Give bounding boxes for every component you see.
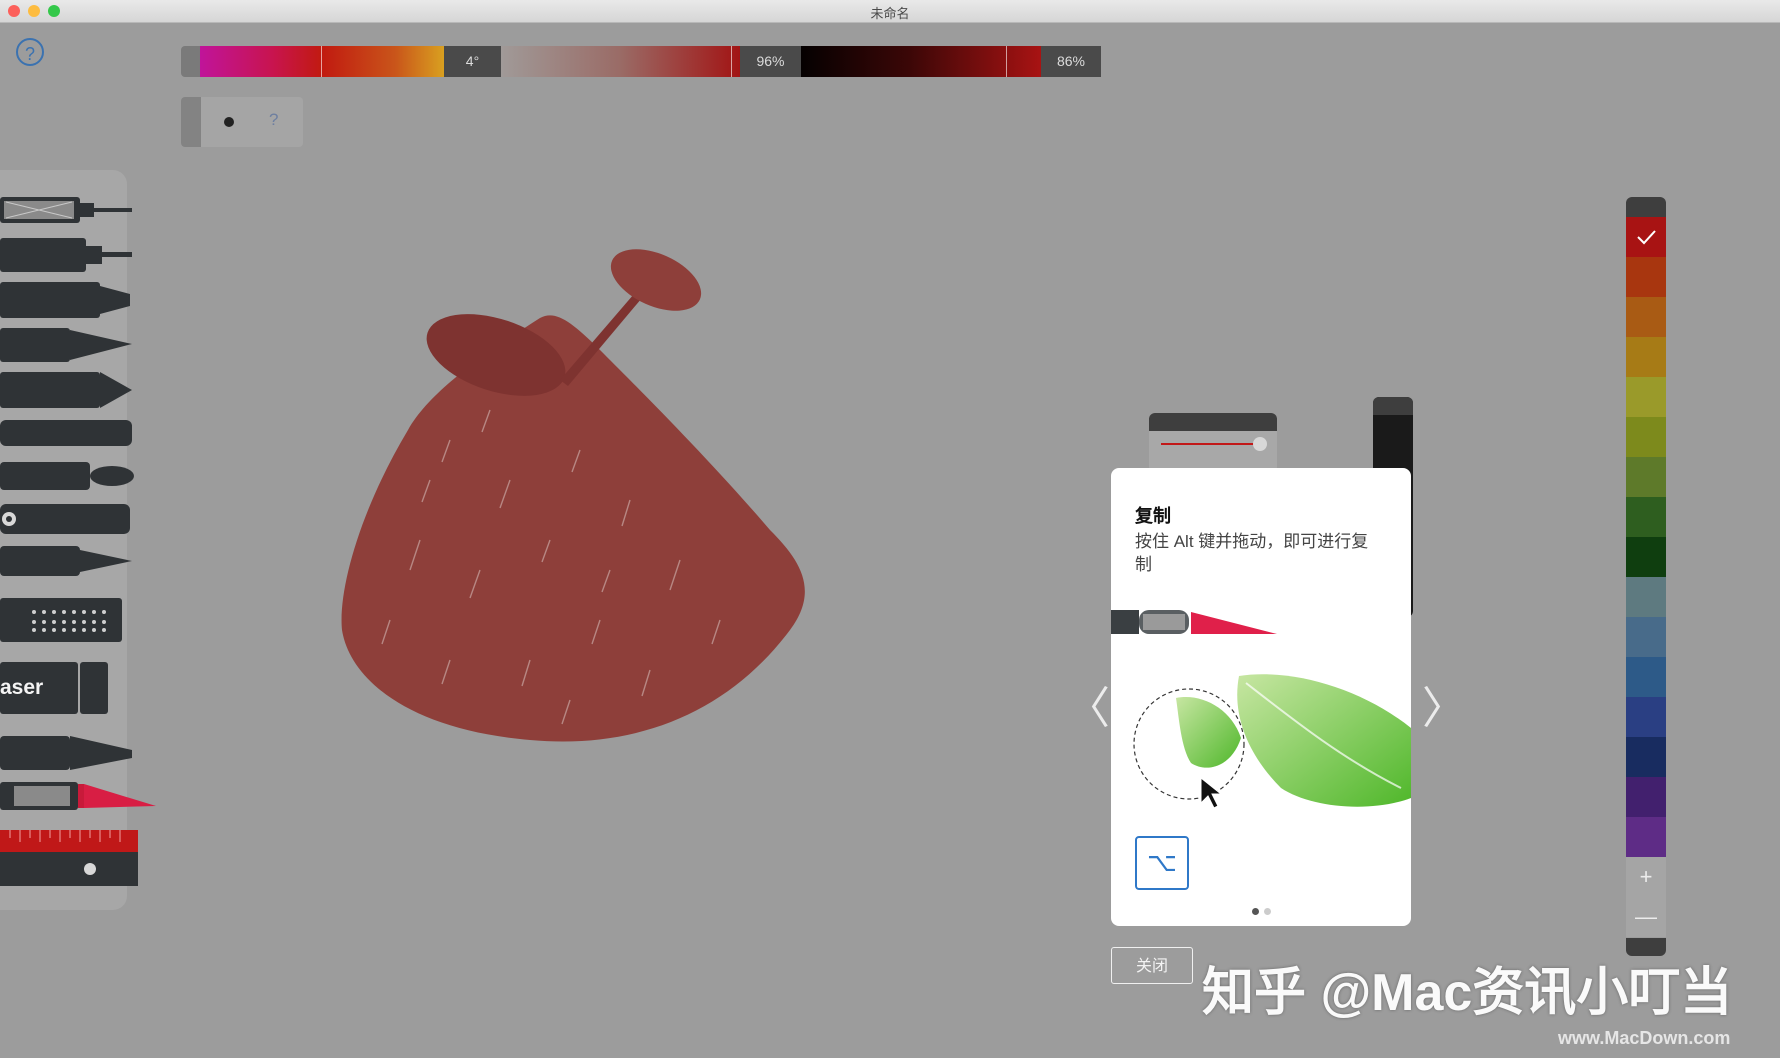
- window-titlebar: 未命名: [0, 0, 1780, 23]
- canvas-drawing[interactable]: [330, 240, 830, 750]
- page-indicator[interactable]: [1264, 908, 1271, 915]
- fan-brush-icon[interactable]: [0, 736, 135, 770]
- question-circle-icon[interactable]: ?: [16, 38, 44, 66]
- plus-icon[interactable]: +: [1626, 857, 1666, 897]
- hue-marker[interactable]: [321, 46, 322, 77]
- color-bar-grip[interactable]: [181, 46, 200, 77]
- color-swatch[interactable]: [1626, 537, 1666, 577]
- color-swatch[interactable]: [1626, 737, 1666, 777]
- color-swatch[interactable]: [1626, 337, 1666, 377]
- saturation-marker[interactable]: [731, 46, 732, 77]
- window-title: 未命名: [870, 6, 910, 21]
- wide-brush-icon[interactable]: [0, 420, 135, 450]
- option-key-icon: ⌥: [1135, 836, 1189, 890]
- brush-size-grip[interactable]: [181, 97, 201, 147]
- color-swatch[interactable]: [1626, 497, 1666, 537]
- color-swatch[interactable]: [1626, 417, 1666, 457]
- pen-icon[interactable]: [0, 238, 135, 272]
- chisel-marker-icon[interactable]: [0, 372, 135, 408]
- chevron-right-icon[interactable]: 〉: [1422, 672, 1466, 736]
- brush-size-help[interactable]: ?: [269, 110, 278, 130]
- round-brush-icon[interactable]: [0, 462, 135, 492]
- leaf-duplicate-illustration: [1133, 674, 1411, 809]
- color-slider-bar: 4° 96% 86%: [181, 46, 1101, 77]
- color-swatch[interactable]: [1626, 817, 1666, 857]
- opacity-track[interactable]: [1161, 443, 1261, 445]
- ruler-icon[interactable]: [0, 830, 140, 888]
- watermark-site: www.MacDown.com: [1558, 1028, 1731, 1048]
- hue-value: 4°: [444, 46, 501, 77]
- airbrush-icon[interactable]: [0, 504, 135, 534]
- pencil-icon[interactable]: [0, 328, 135, 362]
- hue-slider[interactable]: [200, 46, 444, 77]
- fountain-pen-icon[interactable]: [0, 546, 135, 576]
- close-button[interactable]: 关闭: [1111, 947, 1193, 984]
- brush-opacity-panel: [1149, 413, 1277, 473]
- color-swatch[interactable]: [1626, 257, 1666, 297]
- brightness-marker[interactable]: [1006, 46, 1007, 77]
- watermark-text: 知乎 @Mac资讯小叮当: [1202, 964, 1733, 1022]
- minus-icon[interactable]: —: [1626, 897, 1666, 937]
- tip-body: 按住 Alt 键并拖动，即可进行复制: [1135, 532, 1369, 574]
- color-swatch[interactable]: [1626, 577, 1666, 617]
- panel-header[interactable]: [1373, 397, 1413, 415]
- brush-size-panel: ?: [181, 97, 303, 147]
- saturation-value: 96%: [740, 46, 801, 77]
- tool-palette: aser: [0, 170, 156, 910]
- color-swatch-column: [1626, 197, 1666, 957]
- swatch-panel-header[interactable]: [1626, 197, 1666, 217]
- color-swatch[interactable]: [1626, 457, 1666, 497]
- brightness-slider[interactable]: [801, 46, 1041, 77]
- color-swatch[interactable]: [1626, 697, 1666, 737]
- color-swatch[interactable]: [1626, 377, 1666, 417]
- panel-header[interactable]: [1149, 413, 1277, 431]
- color-swatch[interactable]: [1626, 297, 1666, 337]
- opacity-knob[interactable]: [1253, 437, 1267, 451]
- tip-card: 复制 按住 Alt 键并拖动，即可进行复制 ⌥: [1111, 468, 1411, 926]
- brush-size-dot[interactable]: [224, 117, 234, 127]
- selection-knife-icon: [1111, 610, 1277, 634]
- saturation-slider[interactable]: [501, 46, 740, 77]
- page-indicator-active[interactable]: [1252, 908, 1259, 915]
- selection-knife-icon[interactable]: [0, 782, 160, 812]
- texture-brush-icon[interactable]: [0, 598, 135, 642]
- color-swatch[interactable]: [1626, 657, 1666, 697]
- swatch-selected[interactable]: [1626, 217, 1666, 257]
- color-swatch[interactable]: [1626, 777, 1666, 817]
- marker-icon[interactable]: [0, 282, 135, 318]
- eraser-label: aser: [0, 676, 44, 699]
- chevron-left-icon[interactable]: 〈: [1066, 672, 1110, 736]
- color-swatch[interactable]: [1626, 617, 1666, 657]
- technical-pen-icon[interactable]: [0, 194, 135, 224]
- tip-title: 复制: [1135, 506, 1171, 526]
- brightness-value: 86%: [1041, 46, 1101, 77]
